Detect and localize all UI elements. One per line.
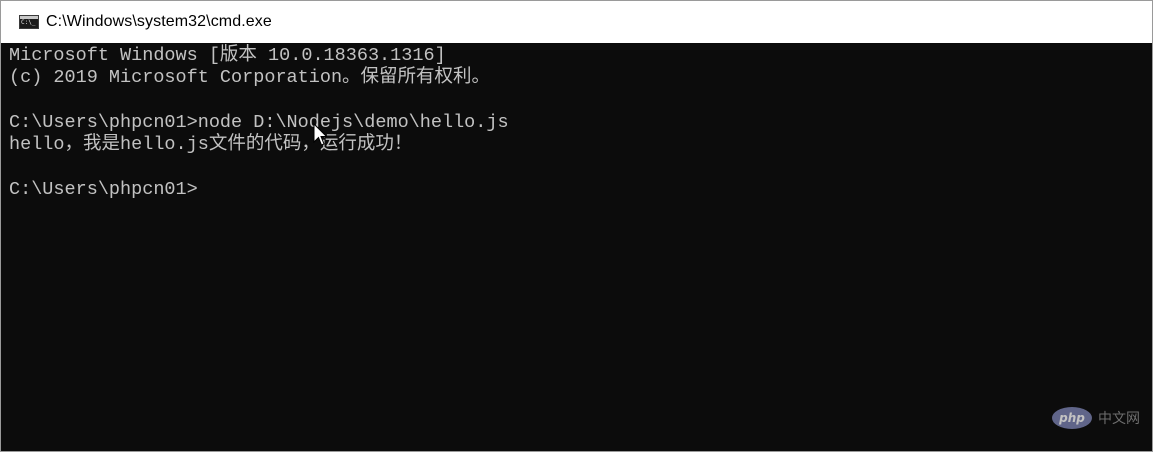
cmd-window: C:\Windows\system32\cmd.exe Microsoft Wi… — [0, 0, 1153, 452]
title-bar[interactable]: C:\Windows\system32\cmd.exe — [1, 1, 1152, 43]
console-line: Microsoft Windows [版本 10.0.18363.1316] — [9, 45, 446, 66]
console-prompt: C:\Users\phpcn01> — [9, 179, 198, 200]
php-logo: php — [1052, 407, 1092, 429]
watermark-text: 中文网 — [1098, 411, 1140, 427]
console-area[interactable]: Microsoft Windows [版本 10.0.18363.1316] (… — [1, 43, 1152, 451]
window-title: C:\Windows\system32\cmd.exe — [46, 13, 272, 30]
watermark: php 中文网 — [1052, 407, 1140, 429]
console-line: C:\Users\phpcn01>node D:\Nodejs\demo\hel… — [9, 112, 509, 133]
cmd-icon[interactable] — [19, 15, 39, 29]
console-line: hello，我是hello.js文件的代码，运行成功！ — [9, 134, 413, 155]
mouse-pointer-icon — [313, 123, 327, 146]
console-line: (c) 2019 Microsoft Corporation。保留所有权利。 — [9, 67, 491, 88]
